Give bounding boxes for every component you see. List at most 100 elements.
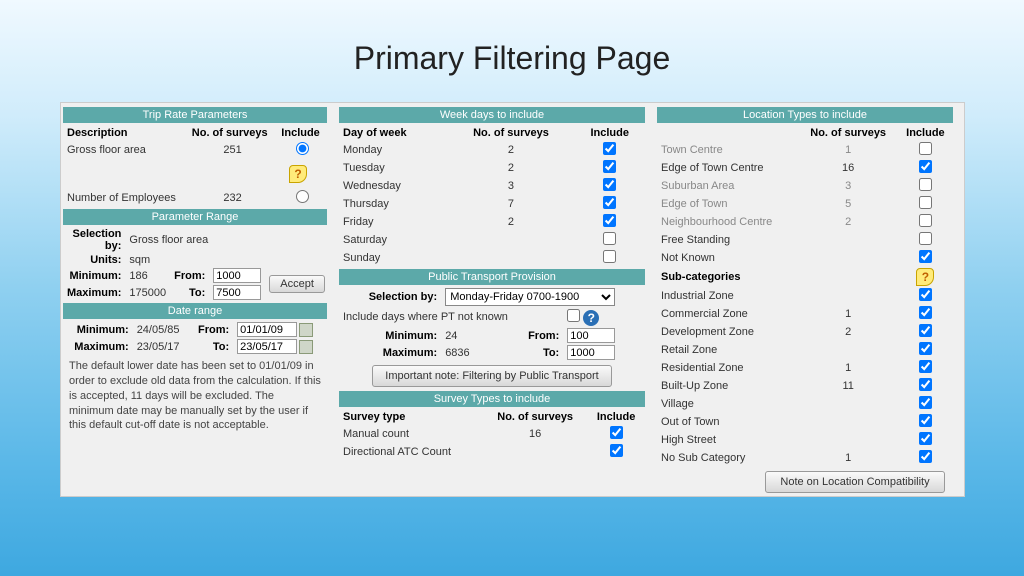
trip-rate-radio-0[interactable]	[296, 142, 309, 155]
location-include-checkbox[interactable]	[919, 396, 932, 409]
label-pt-from: From:	[497, 327, 564, 344]
label-date-max: Maximum:	[63, 338, 133, 355]
pt-note-button[interactable]: Important note: Filtering by Public Tran…	[372, 365, 612, 387]
location-include-checkbox[interactable]	[919, 160, 932, 173]
location-count: 3	[798, 177, 897, 195]
location-include-checkbox[interactable]	[919, 288, 932, 301]
location-include-checkbox[interactable]	[919, 324, 932, 337]
location-note-button[interactable]: Note on Location Compatibility	[765, 471, 945, 493]
label-pt-to: To:	[497, 344, 564, 361]
help-icon[interactable]: ?	[583, 310, 599, 326]
location-include-checkbox[interactable]	[919, 178, 932, 191]
param-selection-value: Gross floor area	[125, 227, 329, 253]
location-include-checkbox[interactable]	[919, 232, 932, 245]
location-include-checkbox[interactable]	[919, 142, 932, 155]
weekdays-table: Day of week No. of surveys Include Monda…	[339, 125, 645, 267]
calendar-icon[interactable]	[299, 340, 313, 354]
col-count: No. of surveys	[798, 125, 897, 141]
location-name: Commercial Zone	[657, 305, 798, 323]
location-count	[798, 341, 897, 359]
param-min-value: 186	[125, 267, 170, 284]
pt-to-input[interactable]	[567, 345, 615, 360]
weekday-name: Friday	[339, 213, 447, 231]
survey-types-heading: Survey Types to include	[339, 391, 645, 407]
location-include-checkbox[interactable]	[919, 214, 932, 227]
param-to-input[interactable]	[213, 285, 261, 300]
label-from: From:	[170, 267, 209, 284]
weekday-include-checkbox[interactable]	[603, 196, 616, 209]
weekdays-heading: Week days to include	[339, 107, 645, 123]
col-day: Day of week	[339, 125, 447, 141]
location-include-checkbox[interactable]	[919, 196, 932, 209]
date-range-heading: Date range	[63, 303, 327, 319]
location-name: Built-Up Zone	[657, 377, 798, 395]
label-pt-max: Maximum:	[339, 344, 441, 361]
location-include-checkbox[interactable]	[919, 250, 932, 263]
date-from-input[interactable]	[237, 322, 297, 337]
location-include-checkbox[interactable]	[919, 378, 932, 391]
pt-heading: Public Transport Provision	[339, 269, 645, 285]
filter-panel: Trip Rate Parameters Description No. of …	[60, 102, 965, 497]
pt-unknown-checkbox[interactable]	[567, 309, 580, 322]
location-include-checkbox[interactable]	[919, 414, 932, 427]
location-name: High Street	[657, 431, 798, 449]
trip-rate-radio-1[interactable]	[296, 190, 309, 203]
label-to: To:	[170, 284, 209, 301]
weekday-include-checkbox[interactable]	[603, 214, 616, 227]
location-count: 1	[798, 449, 897, 467]
location-include-checkbox[interactable]	[919, 432, 932, 445]
location-name: Not Known	[657, 249, 798, 267]
weekday-include-checkbox[interactable]	[603, 232, 616, 245]
trip-rate-count: 251	[188, 141, 278, 159]
param-from-input[interactable]	[213, 268, 261, 283]
location-name: Suburban Area	[657, 177, 798, 195]
location-count: 1	[798, 359, 897, 377]
col-count: No. of surveys	[188, 125, 278, 141]
weekday-name: Saturday	[339, 231, 447, 249]
location-count: 5	[798, 195, 897, 213]
survey-types-table: Survey type No. of surveys Include Manua…	[339, 409, 645, 461]
page-title: Primary Filtering Page	[0, 0, 1024, 77]
survey-type-include-checkbox[interactable]	[610, 426, 623, 439]
weekday-include-checkbox[interactable]	[603, 178, 616, 191]
location-count	[798, 231, 897, 249]
col-include: Include	[898, 125, 953, 141]
sub-categories-heading: Sub-categories	[657, 267, 798, 287]
accept-button[interactable]: Accept	[269, 275, 325, 293]
location-include-checkbox[interactable]	[919, 342, 932, 355]
survey-type-name: Directional ATC Count	[339, 443, 483, 461]
calendar-icon[interactable]	[299, 323, 313, 337]
pt-from-input[interactable]	[567, 328, 615, 343]
location-include-checkbox[interactable]	[919, 450, 932, 463]
location-count	[798, 431, 897, 449]
col-count: No. of surveys	[447, 125, 574, 141]
pt-max-value: 6836	[441, 344, 496, 361]
pt-selection-dropdown[interactable]: Monday-Friday 0700-1900	[445, 288, 615, 306]
col-include: Include	[574, 125, 645, 141]
trip-rate-desc: Number of Employees	[63, 189, 188, 207]
col-survey-type: Survey type	[339, 409, 483, 425]
weekday-name: Tuesday	[339, 159, 447, 177]
label-max: Maximum:	[63, 284, 125, 301]
weekday-include-checkbox[interactable]	[603, 250, 616, 263]
date-to-input[interactable]	[237, 339, 297, 354]
trip-rate-table: Description No. of surveys Include Gross…	[63, 125, 327, 207]
weekday-include-checkbox[interactable]	[603, 160, 616, 173]
label-units: Units:	[63, 253, 125, 267]
trip-rate-count: 232	[188, 189, 278, 207]
location-name: Development Zone	[657, 323, 798, 341]
location-count: 11	[798, 377, 897, 395]
param-units-value: sqm	[125, 253, 329, 267]
help-icon[interactable]: ?	[916, 268, 934, 286]
location-include-checkbox[interactable]	[919, 306, 932, 319]
weekday-count: 3	[447, 177, 574, 195]
label-date-min: Minimum:	[63, 321, 133, 338]
label-pt-unknown: Include days where PT not known	[339, 307, 563, 327]
weekday-include-checkbox[interactable]	[603, 142, 616, 155]
pt-min-value: 24	[441, 327, 496, 344]
location-include-checkbox[interactable]	[919, 360, 932, 373]
location-name: Town Centre	[657, 141, 798, 159]
survey-type-include-checkbox[interactable]	[610, 444, 623, 457]
survey-type-count	[483, 443, 587, 461]
help-icon[interactable]: ?	[289, 165, 307, 183]
